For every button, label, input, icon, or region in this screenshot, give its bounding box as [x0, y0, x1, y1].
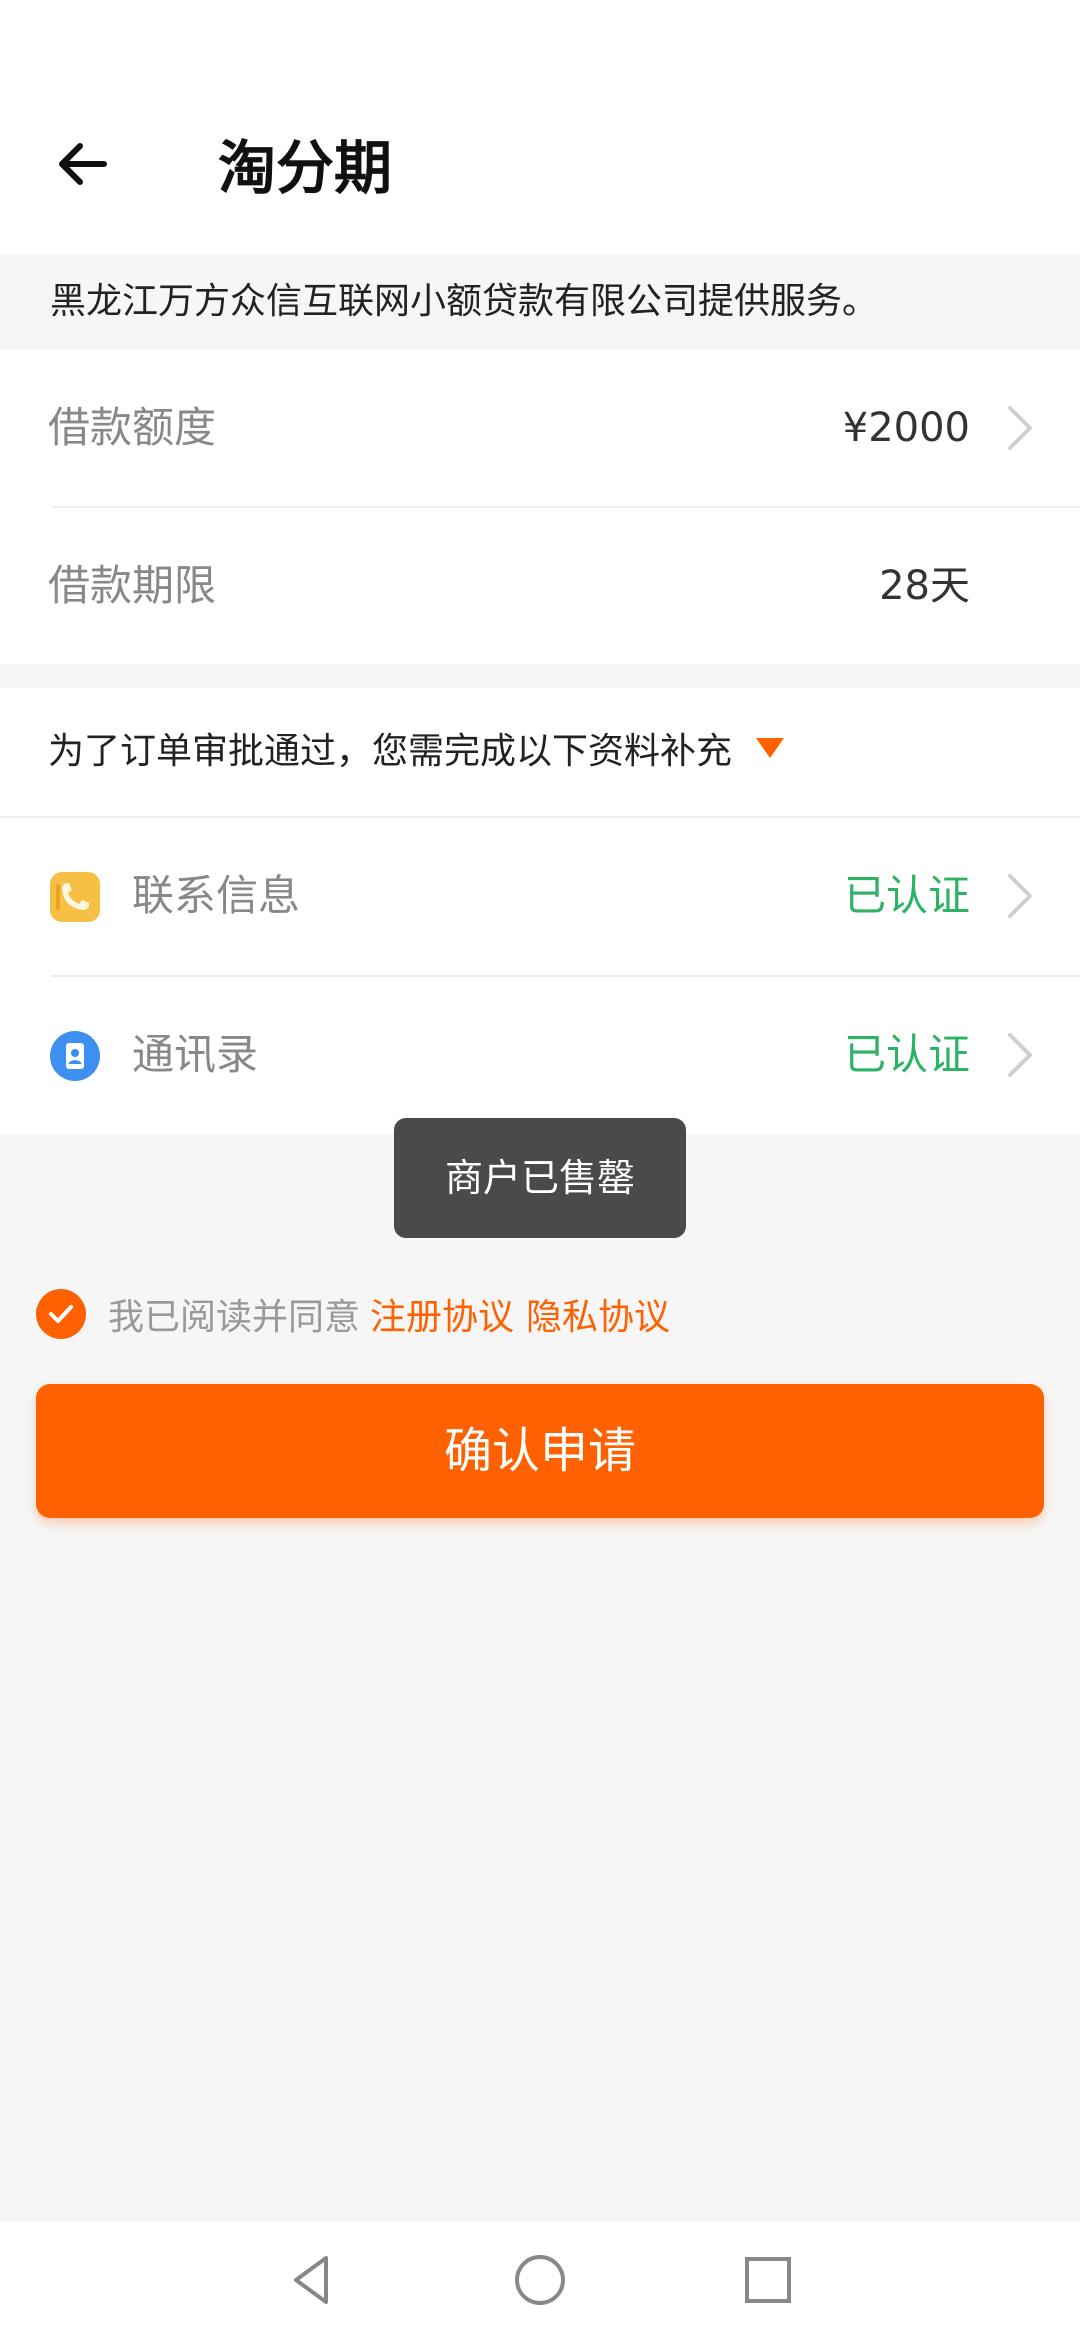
privacy-agreement-link[interactable]: 隐私协议 [526, 1288, 670, 1340]
chevron-right-icon [1008, 406, 1032, 450]
provider-notice: 黑龙江万方众信互联网小额贷款有限公司提供服务。 [0, 254, 1080, 350]
agreement-checkbox[interactable] [36, 1289, 86, 1339]
home-circle-icon[interactable] [510, 2250, 570, 2310]
loan-card: 借款额度 ¥2000 借款期限 28天 [0, 350, 1080, 664]
page-title: 淘分期 [218, 134, 393, 202]
contacts-icon [50, 1031, 100, 1081]
supplement-card: 为了订单审批通过，您需完成以下资料补充 联系信息 已认证 通讯录 已认证 [0, 688, 1080, 1134]
chevron-right-icon [1008, 1033, 1032, 1077]
contacts-status: 已认证 [843, 1030, 970, 1079]
system-nav-bar [0, 2222, 1080, 2340]
supplement-item-contact-info[interactable]: 联系信息 已认证 [0, 818, 1080, 974]
loan-amount-value: ¥2000 [842, 405, 970, 451]
toast-message: 商户已售罄 [394, 1118, 686, 1238]
back-triangle-icon[interactable] [282, 2250, 342, 2310]
loan-amount-label: 借款额度 [48, 403, 217, 452]
caret-down-icon [756, 738, 785, 758]
back-button[interactable] [48, 130, 120, 202]
app-header: 淘分期 [0, 0, 1080, 254]
contact-info-label: 联系信息 [132, 871, 301, 920]
register-agreement-link[interactable]: 注册协议 [370, 1288, 514, 1340]
agreement-row: 我已阅读并同意 注册协议 隐私协议 [36, 1286, 682, 1342]
contact-info-status: 已认证 [843, 871, 970, 920]
supplement-item-contacts[interactable]: 通讯录 已认证 [0, 977, 1080, 1133]
confirm-apply-button[interactable]: 确认申请 [36, 1384, 1044, 1518]
arrow-left-icon [59, 143, 107, 185]
loan-term-label: 借款期限 [48, 561, 217, 610]
recents-square-icon[interactable] [738, 2250, 798, 2310]
loan-term-value: 28天 [879, 563, 970, 609]
loan-amount-row[interactable]: 借款额度 ¥2000 [0, 350, 1080, 506]
phone-icon [50, 872, 100, 922]
chevron-right-icon [1008, 874, 1032, 918]
supplement-header-text: 为了订单审批通过，您需完成以下资料补充 [48, 731, 733, 772]
contacts-label: 通讯录 [132, 1030, 259, 1079]
supplement-header[interactable]: 为了订单审批通过，您需完成以下资料补充 [48, 688, 785, 816]
agreement-text: 我已阅读并同意 [108, 1297, 361, 1338]
loan-term-row: 借款期限 28天 [0, 508, 1080, 664]
checkmark-icon [49, 1305, 73, 1323]
